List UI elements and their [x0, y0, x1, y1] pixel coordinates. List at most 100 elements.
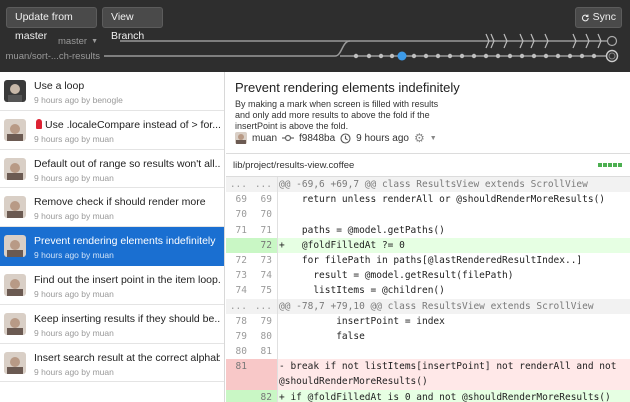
- commit-title: Keep inserting results if they should be…: [34, 312, 220, 325]
- commit-title: Find out the insert point in the item lo…: [34, 273, 220, 286]
- commit-sha[interactable]: f9848ba: [299, 133, 335, 144]
- diff-code: + @foldFilledAt ?= 0: [279, 239, 405, 251]
- avatar: [4, 157, 26, 180]
- diff-line: 80 81: [226, 344, 630, 360]
- diff-code: @@ -69,6 +69,7 @@ class ResultsView exte…: [279, 179, 588, 190]
- old-line-number: 72: [235, 254, 247, 266]
- commit-meta: 9 hours ago by muan: [34, 133, 114, 144]
- new-line-number: 82: [252, 389, 278, 402]
- commit-list-item[interactable]: Find out the insert point in the item lo…: [0, 266, 224, 305]
- commit-icon: [282, 134, 295, 142]
- gear-icon[interactable]: ⚙: [414, 131, 425, 145]
- commit-detail-title: Prevent rendering elements indefinitely: [235, 80, 460, 95]
- diff-line: 79 80 false: [226, 328, 630, 345]
- commit-title: Use a loop: [34, 80, 85, 92]
- avatar: [4, 351, 26, 374]
- commit-title: Use .localeCompare instead of > for...: [34, 118, 220, 131]
- commit-title: Prevent rendering elements indefinitely: [34, 235, 216, 248]
- lipstick-icon: [36, 118, 42, 129]
- avatar: [235, 132, 247, 144]
- new-line-number: 71: [252, 222, 278, 238]
- commit-meta: 9 hours ago by muan: [34, 327, 114, 338]
- branch-graph: [104, 33, 619, 63]
- new-line-number: 75: [252, 283, 278, 299]
- old-line-number: ...: [229, 300, 247, 312]
- commit-list-item-selected[interactable]: Prevent rendering elements indefinitely …: [0, 227, 224, 266]
- commit-list-item[interactable]: Insert search result at the correct alph…: [0, 344, 224, 383]
- old-line-number: 73: [235, 270, 247, 282]
- file-path: lib/project/results-view.coffee: [233, 160, 355, 171]
- old-line-number: 78: [235, 315, 247, 327]
- old-line-number: 70: [235, 209, 247, 221]
- commit-meta: 9 hours ago by muan: [34, 250, 114, 261]
- diff-hunk-header: ... ... @@ -78,7 +79,10 @@ class Results…: [226, 298, 630, 314]
- commit-meta: 9 hours ago by muan: [34, 366, 114, 377]
- new-line-number: 70: [252, 207, 278, 223]
- current-commit-dot: [397, 51, 407, 61]
- old-line-number: [226, 237, 252, 253]
- diff-code: return unless renderAll or @shouldRender…: [279, 194, 606, 206]
- diff-line: 71 71 paths = @model.getPaths(): [226, 222, 630, 238]
- commit-list-item[interactable]: Use a loop 9 hours ago by benogle: [0, 72, 224, 111]
- new-line-number: 81: [252, 344, 278, 360]
- master-head-marker: [606, 35, 618, 47]
- commit-time: 9 hours ago: [356, 132, 409, 144]
- commit-list: Use a loop 9 hours ago by benogle Use .l…: [0, 72, 225, 402]
- diff-line: 69 69 return unless renderAll or @should…: [226, 192, 630, 208]
- diff-line-removed: 81 - break if not listItems[insertPoint]…: [226, 359, 630, 390]
- commit-meta: 9 hours ago by muan: [34, 211, 114, 222]
- diff-code: paths = @model.getPaths(): [279, 224, 445, 236]
- chevron-down-icon[interactable]: ▼: [430, 135, 437, 142]
- avatar: [4, 235, 26, 258]
- old-line-number: ...: [229, 179, 247, 190]
- new-line-number: ...: [252, 298, 278, 314]
- diff-line: 78 79 insertPoint = index: [226, 313, 630, 329]
- old-line-number: 79: [235, 330, 247, 342]
- diff-code: @@ -78,7 +79,10 @@ class ResultsView ext…: [279, 300, 594, 312]
- commit-list-item[interactable]: Keep inserting results if they should be…: [0, 305, 224, 344]
- diff-code: + if @foldFilledAt is 0 and not @shouldR…: [279, 391, 611, 402]
- commit-list-item[interactable]: Use .localeCompare instead of > for... 9…: [0, 111, 224, 150]
- diff-hunk-header: ... ... @@ -69,6 +69,7 @@ class ResultsV…: [226, 177, 630, 193]
- diff-line: 74 75 listItems = @children(): [226, 283, 630, 299]
- avatar: [4, 196, 26, 219]
- old-line-number: 74: [235, 285, 247, 297]
- commit-title: Default out of range so results won't al…: [34, 157, 220, 170]
- commit-list-item[interactable]: Default out of range so results won't al…: [0, 150, 224, 189]
- old-line-number: 80: [235, 346, 247, 358]
- commit-detail-description: By making a mark when screen is filled w…: [235, 99, 439, 131]
- diff-line: 73 74 result = @model.getResult(filePath…: [226, 268, 630, 284]
- file-header[interactable]: lib/project/results-view.coffee: [226, 153, 630, 177]
- avatar: [4, 118, 26, 141]
- new-line-number: ...: [252, 177, 278, 193]
- diffstat-indicator: [598, 163, 622, 167]
- old-line-number: 71: [235, 224, 247, 236]
- clock-icon: [340, 132, 351, 144]
- feature-branch-line: [104, 40, 351, 57]
- commit-meta: 9 hours ago by benogle: [34, 95, 123, 105]
- old-line-number: [226, 389, 252, 402]
- commit-author[interactable]: muan: [252, 133, 277, 144]
- new-line-number: 69: [252, 192, 278, 208]
- old-line-number: 69: [235, 194, 247, 206]
- new-line-number: [252, 359, 278, 390]
- new-line-number: 72: [252, 237, 278, 253]
- new-line-number: 73: [252, 252, 278, 269]
- old-line-number: 81: [226, 359, 252, 390]
- feature-commit-dots: [353, 53, 597, 59]
- avatar: [4, 80, 26, 102]
- commit-list-item[interactable]: Remove check if should render more 9 hou…: [0, 188, 224, 228]
- commit-detail-meta: muan f9848ba 9 hours ago ⚙ ▼: [235, 131, 437, 145]
- diff-code: for filePath in paths[@lastRenderedResul…: [279, 254, 583, 266]
- diff-line: 72 73 for filePath in paths[@lastRendere…: [226, 252, 630, 269]
- avatar: [4, 312, 26, 335]
- diff-code: result = @model.getResult(filePath): [279, 270, 514, 282]
- diff-code: false: [279, 330, 365, 342]
- new-line-number: 79: [252, 313, 278, 329]
- commit-title: Remove check if should render more: [34, 196, 206, 209]
- commit-title: Insert search result at the correct alph…: [34, 351, 220, 364]
- new-line-number: 74: [252, 268, 278, 284]
- diff-line-added: 72 + @foldFilledAt ?= 0: [226, 237, 630, 253]
- diff-line-added: 82 + if @foldFilledAt is 0 and not @shou…: [226, 389, 630, 402]
- new-line-number: 80: [252, 328, 278, 345]
